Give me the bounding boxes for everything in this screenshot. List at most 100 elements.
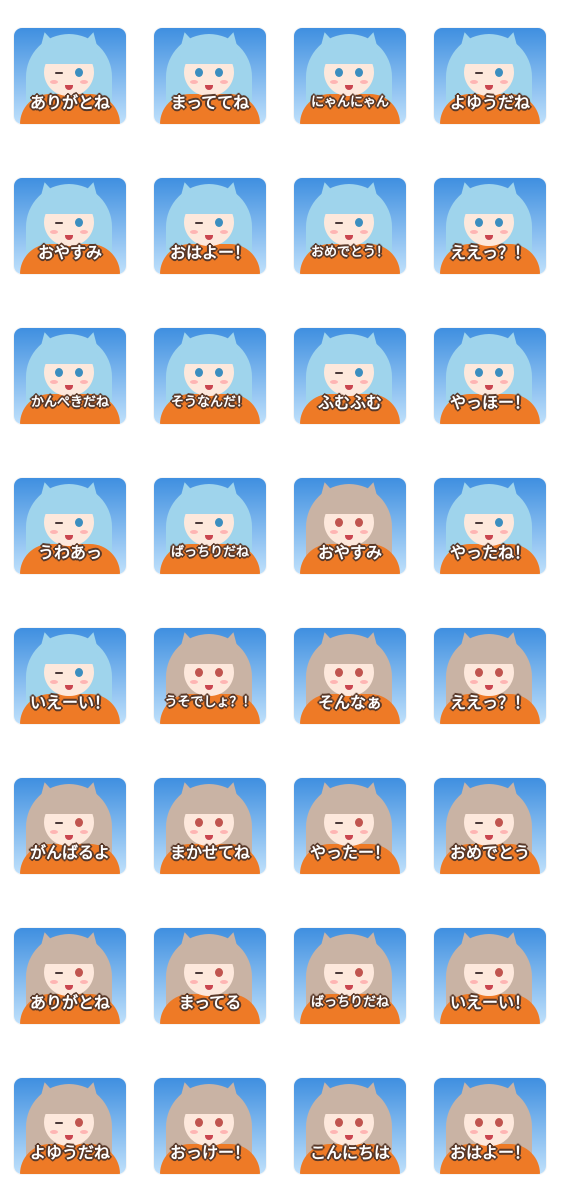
sticker-tile[interactable]: おめでとう	[434, 778, 546, 874]
blush-right	[80, 830, 88, 834]
eye-left	[55, 368, 63, 377]
hair-bangs	[320, 942, 378, 964]
eye-left	[335, 518, 343, 527]
sticker-caption: にゃんにゃん	[310, 95, 389, 110]
blush-left	[190, 830, 198, 834]
sticker-tile[interactable]: おはよー！	[154, 178, 266, 274]
eye-right	[495, 368, 503, 377]
sticker-tile[interactable]: ええっ？！	[434, 628, 546, 724]
blush-left	[470, 680, 478, 684]
hair-bangs	[40, 192, 98, 214]
blush-left	[470, 830, 478, 834]
sticker-caption: がんばるよ	[29, 843, 110, 862]
blush-left	[50, 230, 58, 234]
sticker-caption: いえーい！	[449, 993, 530, 1012]
hair-bangs	[40, 492, 98, 514]
hair-bangs	[180, 192, 238, 214]
blush-right	[80, 680, 88, 684]
blush-right	[360, 530, 368, 534]
sticker-tile[interactable]: おやすみ	[14, 178, 126, 274]
hair-bangs	[460, 942, 518, 964]
blush-right	[80, 530, 88, 534]
hair-bangs	[460, 642, 518, 664]
blush-left	[50, 530, 58, 534]
eye-left	[55, 222, 63, 224]
eye-left	[475, 522, 483, 524]
sticker-tile[interactable]: おはよー！	[434, 1078, 546, 1174]
blush-left	[50, 980, 58, 984]
eye-right	[215, 968, 223, 977]
hair-bangs	[460, 342, 518, 364]
blush-left	[330, 230, 338, 234]
eye-left	[475, 218, 483, 227]
hair-bangs	[180, 642, 238, 664]
hair-bangs	[40, 792, 98, 814]
sticker-caption: うそでしょ？！	[164, 695, 256, 710]
eye-left	[195, 222, 203, 224]
sticker-tile[interactable]: やったー！	[294, 778, 406, 874]
sticker-tile[interactable]: ありがとね	[14, 928, 126, 1024]
sticker-tile[interactable]: いえーい！	[434, 928, 546, 1024]
blush-right	[220, 680, 228, 684]
sticker-tile[interactable]: やっほー！	[434, 328, 546, 424]
eye-left	[335, 972, 343, 974]
sticker-tile[interactable]: うそでしょ？！	[154, 628, 266, 724]
sticker-tile[interactable]: そんなぁ	[294, 628, 406, 724]
sticker-caption: おはよー！	[449, 1143, 530, 1162]
blush-right	[500, 830, 508, 834]
blush-left	[330, 380, 338, 384]
eye-left	[55, 972, 63, 974]
sticker-tile[interactable]: ええっ？！	[434, 178, 546, 274]
eye-left	[475, 972, 483, 974]
sticker-tile[interactable]: ふむふむ	[294, 328, 406, 424]
sticker-caption: ええっ？！	[449, 693, 530, 712]
eye-right	[495, 68, 503, 77]
blush-right	[220, 1130, 228, 1134]
sticker-tile[interactable]: かんぺきだね	[14, 328, 126, 424]
blush-right	[500, 530, 508, 534]
sticker-caption: やったー！	[309, 843, 390, 862]
eye-right	[215, 1118, 223, 1127]
sticker-tile[interactable]: よゆうだね	[14, 1078, 126, 1174]
sticker-tile[interactable]: ありがとね	[14, 28, 126, 124]
eye-left	[195, 1118, 203, 1127]
sticker-tile[interactable]: にゃんにゃん	[294, 28, 406, 124]
sticker-tile[interactable]: まっててね	[154, 28, 266, 124]
sticker-tile[interactable]: まってる	[154, 928, 266, 1024]
sticker-tile[interactable]: おっけー！	[154, 1078, 266, 1174]
sticker-caption: かんぺきだね	[30, 395, 109, 410]
sticker-tile[interactable]: こんにちは	[294, 1078, 406, 1174]
sticker-caption: いえーい！	[29, 693, 110, 712]
blush-right	[500, 80, 508, 84]
eye-left	[195, 368, 203, 377]
sticker-tile[interactable]: おやすみ	[294, 478, 406, 574]
sticker-caption: こんにちは	[309, 1143, 390, 1162]
blush-left	[50, 380, 58, 384]
blush-right	[220, 530, 228, 534]
sticker-tile[interactable]: いえーい！	[14, 628, 126, 724]
sticker-tile[interactable]: よゆうだね	[434, 28, 546, 124]
eye-left	[195, 972, 203, 974]
blush-left	[470, 230, 478, 234]
blush-left	[190, 980, 198, 984]
blush-left	[330, 980, 338, 984]
sticker-tile[interactable]: まかせてね	[154, 778, 266, 874]
sticker-tile[interactable]: ばっちりだね	[154, 478, 266, 574]
sticker-caption: おめでとう	[449, 843, 530, 862]
hair-bangs	[320, 492, 378, 514]
sticker-tile[interactable]: うわあっ	[14, 478, 126, 574]
sticker-tile[interactable]: そうなんだ！	[154, 328, 266, 424]
blush-left	[190, 680, 198, 684]
sticker-caption: まっててね	[170, 93, 250, 112]
sticker-tile[interactable]: おめでとう！	[294, 178, 406, 274]
blush-right	[80, 1130, 88, 1134]
hair-bangs	[40, 1092, 98, 1114]
sticker-tile[interactable]: ばっちりだね	[294, 928, 406, 1024]
eye-left	[335, 372, 343, 374]
sticker-tile[interactable]: やったね！	[434, 478, 546, 574]
sticker-caption: ええっ？！	[449, 243, 530, 262]
eye-left	[195, 68, 203, 77]
sticker-caption: おっけー！	[169, 1143, 250, 1162]
sticker-caption: まってる	[178, 993, 242, 1012]
sticker-tile[interactable]: がんばるよ	[14, 778, 126, 874]
